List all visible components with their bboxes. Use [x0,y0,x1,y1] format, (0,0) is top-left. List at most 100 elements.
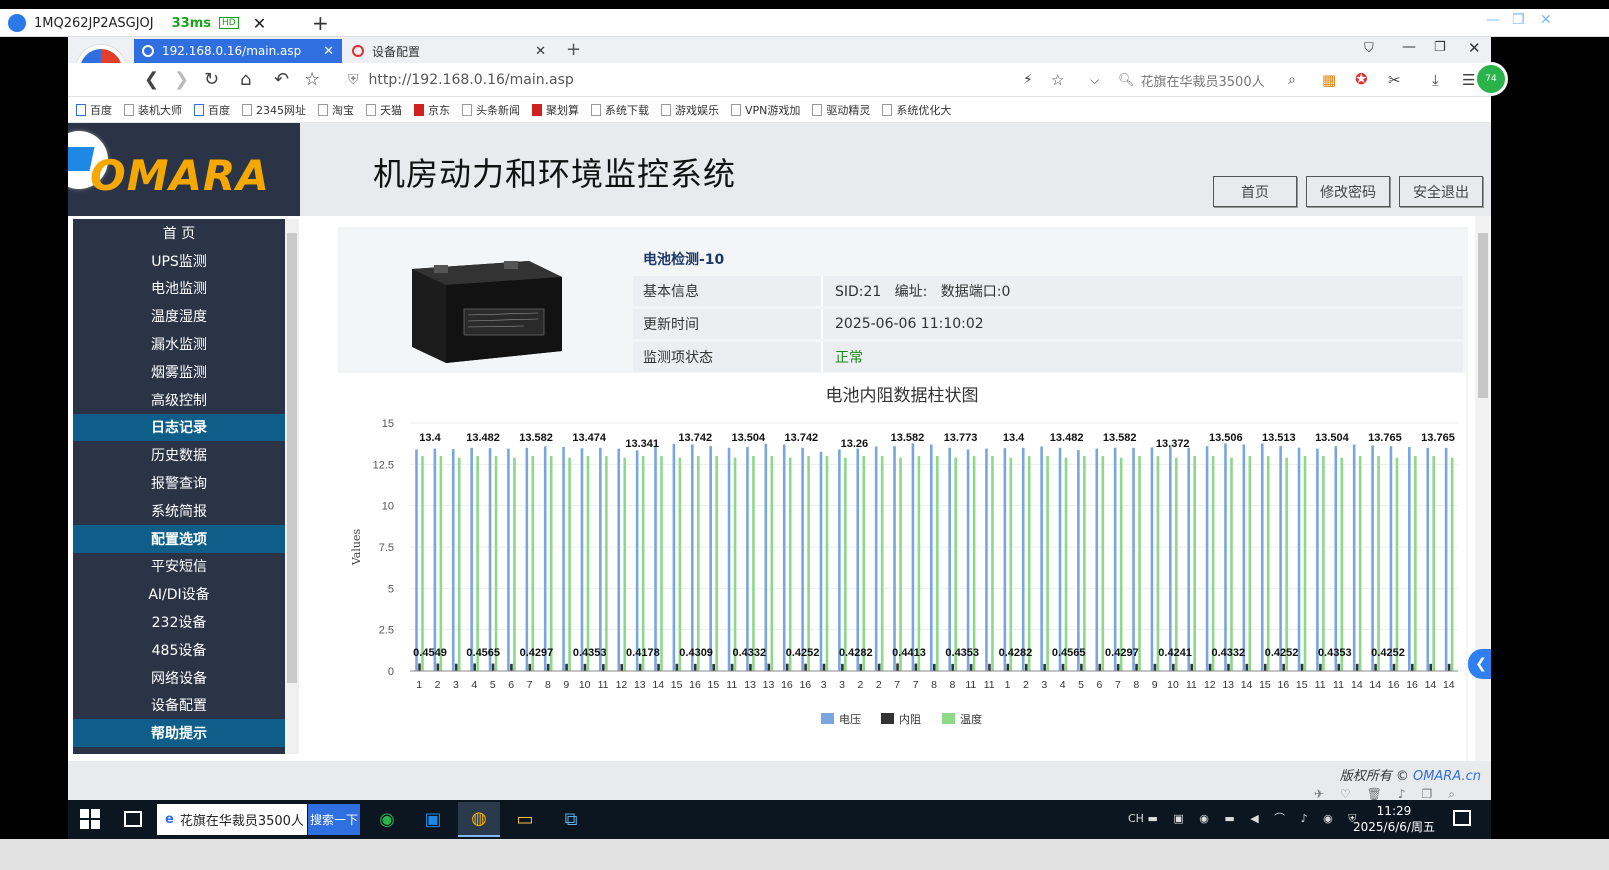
sidebar-item[interactable]: 设备配置 [73,692,285,720]
remote-app-icon[interactable]: ▣ [412,802,454,837]
scrollbar-thumb[interactable] [287,233,297,683]
data-label-resistance: 0.4241 [1158,647,1192,659]
sidebar-item[interactable]: 高级控制 [73,386,285,414]
bookmark-item[interactable]: 2345网址 [242,102,306,118]
minimize-icon[interactable]: — [1486,12,1500,28]
360-browser-app-icon[interactable]: ◍ [458,802,500,837]
sidebar-item[interactable]: UPS监测 [73,247,285,275]
windows-start-icon[interactable] [80,809,100,829]
content-scrollbar[interactable] [1475,216,1491,761]
copyright-link[interactable]: OMARA.cn [1413,769,1481,784]
new-tab-icon[interactable]: + [566,39,581,60]
sidebar-item[interactable]: 首 页 [73,219,285,247]
bookmark-item[interactable]: 系统优化大 [882,102,951,118]
sidebar-item[interactable]: 烟雾监测 [73,358,285,386]
close-window-icon[interactable]: ✕ [1540,12,1552,28]
forward-icon[interactable]: ❯ [174,69,189,90]
sidebar-item[interactable]: 温度湿度 [73,302,285,330]
taskbar-search-text: 花旗在华裁员3500人 [179,814,304,829]
collapse-panel-icon[interactable]: ❮ [1468,649,1491,679]
close-tab-icon[interactable]: ✕ [323,44,334,59]
close-tab-icon[interactable]: ✕ [535,44,546,59]
reload-icon[interactable]: ↻ [204,69,219,90]
search-go-icon[interactable]: ⌕ [1288,72,1296,88]
tab-device-config[interactable]: 设备配置 ✕ [344,39,554,63]
close-session-icon[interactable]: ✕ [253,14,266,33]
back-icon[interactable]: ❮ [144,69,159,90]
tab-list-icon[interactable]: ⛉ [1364,41,1374,56]
screenshot-scissors-icon[interactable]: ✂ [1388,71,1401,89]
sidebar-item[interactable]: 配置选项 [73,524,285,553]
home-button[interactable]: 首页 [1213,176,1297,207]
bookmark-item[interactable]: 头条新闻 [462,102,520,118]
logout-button[interactable]: 安全退出 [1399,176,1483,207]
bookmark-item[interactable]: 游戏娱乐 [661,102,719,118]
game-icon[interactable]: ✪ [1355,70,1368,88]
taskbar-search-input[interactable]: e 花旗在华裁员3500人 [157,804,307,835]
bookmark-item[interactable]: VPN游戏加 [731,102,800,118]
task-view-icon[interactable] [124,811,142,827]
bookmark-item[interactable]: 系统下载 [591,102,649,118]
url-dropdown-icon[interactable]: ⌵ [1090,73,1099,88]
bookmark-item[interactable]: 驱动精灵 [812,102,870,118]
new-session-icon[interactable]: + [312,11,329,35]
sidebar-item[interactable]: 平安短信 [73,553,285,581]
sidebar-item[interactable]: 报警查询 [73,469,285,497]
close-browser-icon[interactable]: ✕ [1468,39,1481,57]
download-icon[interactable]: ⤓ [1432,71,1439,89]
bookmark-icon [124,103,134,116]
taskbar-clock[interactable]: 11:29 2025/6/6/周五 [1353,803,1435,835]
sidebar-item[interactable]: 电池监测 [73,275,285,303]
remote-session-tab[interactable]: 1MQ262JP2ASGJOJ 33ms HD ✕ [8,11,290,35]
system-tray[interactable]: CH ▬ ▣ ◉ ▬ ◀ ⌒ ♪ ◉ ⛨ [1128,810,1363,826]
bar-voltage [1187,447,1191,671]
network-tool-icon[interactable]: ⧉ [550,802,592,837]
change-password-button[interactable]: 修改密码 [1306,176,1390,207]
browser-status-icons[interactable]: ✈♡🗑︎♪❐⌕ [1314,787,1471,800]
x-tick-label: 11 [1186,679,1197,691]
bookmark-item[interactable]: 天猫 [366,102,402,118]
extension-badge-icon[interactable]: 74 [1474,62,1508,96]
maximize-browser-icon[interactable]: ❐ [1434,40,1446,55]
bar-temperature [605,456,608,671]
restore-icon[interactable]: ❐ [1512,12,1525,28]
bookmark-item[interactable]: 百度 [76,102,112,118]
sidebar-item[interactable]: 232设备 [73,608,285,636]
bookmark-item[interactable]: 京东 [414,102,450,118]
bookmark-item[interactable]: 装机大师 [124,102,182,118]
sidebar-item[interactable]: 历史数据 [73,441,285,469]
sidebar-item[interactable]: 帮助提示 [73,719,285,748]
sidebar-scrollbar[interactable] [285,219,299,754]
search-input[interactable]: 🔍︎ 花旗在华裁员3500人 [1118,68,1308,92]
bar-temperature [476,456,479,671]
browser-app-icon[interactable]: ◉ [366,802,408,837]
bookmark-item[interactable]: 百度 [194,102,230,118]
sidebar-item[interactable]: 日志记录 [73,413,285,442]
apps-grid-icon[interactable]: ▦ [1322,71,1336,89]
tray-icons: ▬ ▣ ◉ ▬ ◀ ⌒ ♪ ◉ ⛨ [1147,812,1363,825]
browser-window: 192.168.0.16/main.asp ✕ 设备配置 ✕ + ⛉ — ❐ ✕… [68,37,1491,800]
minimize-browser-icon[interactable]: — [1402,39,1416,55]
bookmark-item[interactable]: 聚划算 [532,102,579,118]
sidebar-item[interactable]: 系统简报 [73,497,285,525]
sidebar-item[interactable]: 网络设备 [73,664,285,692]
file-explorer-icon[interactable]: ▭ [504,802,546,837]
sidebar-item[interactable]: AI/DI设备 [73,580,285,608]
lightning-icon[interactable]: ⚡ [1023,72,1033,88]
taskbar-search-button[interactable]: 搜索一下 [308,804,360,835]
home-icon[interactable]: ⌂ [240,69,251,90]
scrollbar-thumb[interactable] [1478,233,1488,398]
bookmark-star-icon[interactable]: ☆ [1051,71,1064,89]
notification-icon[interactable] [1453,810,1471,826]
bar-voltage [985,448,988,671]
input-language[interactable]: CH [1128,812,1144,825]
tab-main[interactable]: 192.168.0.16/main.asp ✕ [134,39,342,63]
sidebar-item[interactable]: 漏水监测 [73,330,285,358]
sidebar-item[interactable]: 485设备 [73,636,285,664]
bookmark-item[interactable]: 淘宝 [318,102,354,118]
favorite-icon[interactable]: ☆ [304,69,320,90]
url-input[interactable]: ⛨ http://192.168.0.16/main.asp [348,67,1093,93]
bar-voltage [1334,446,1338,671]
info-row-basic: 基本信息 SID:21 编址: 数据端口:0 [633,276,1463,306]
undo-close-icon[interactable]: ↶ [274,69,289,90]
